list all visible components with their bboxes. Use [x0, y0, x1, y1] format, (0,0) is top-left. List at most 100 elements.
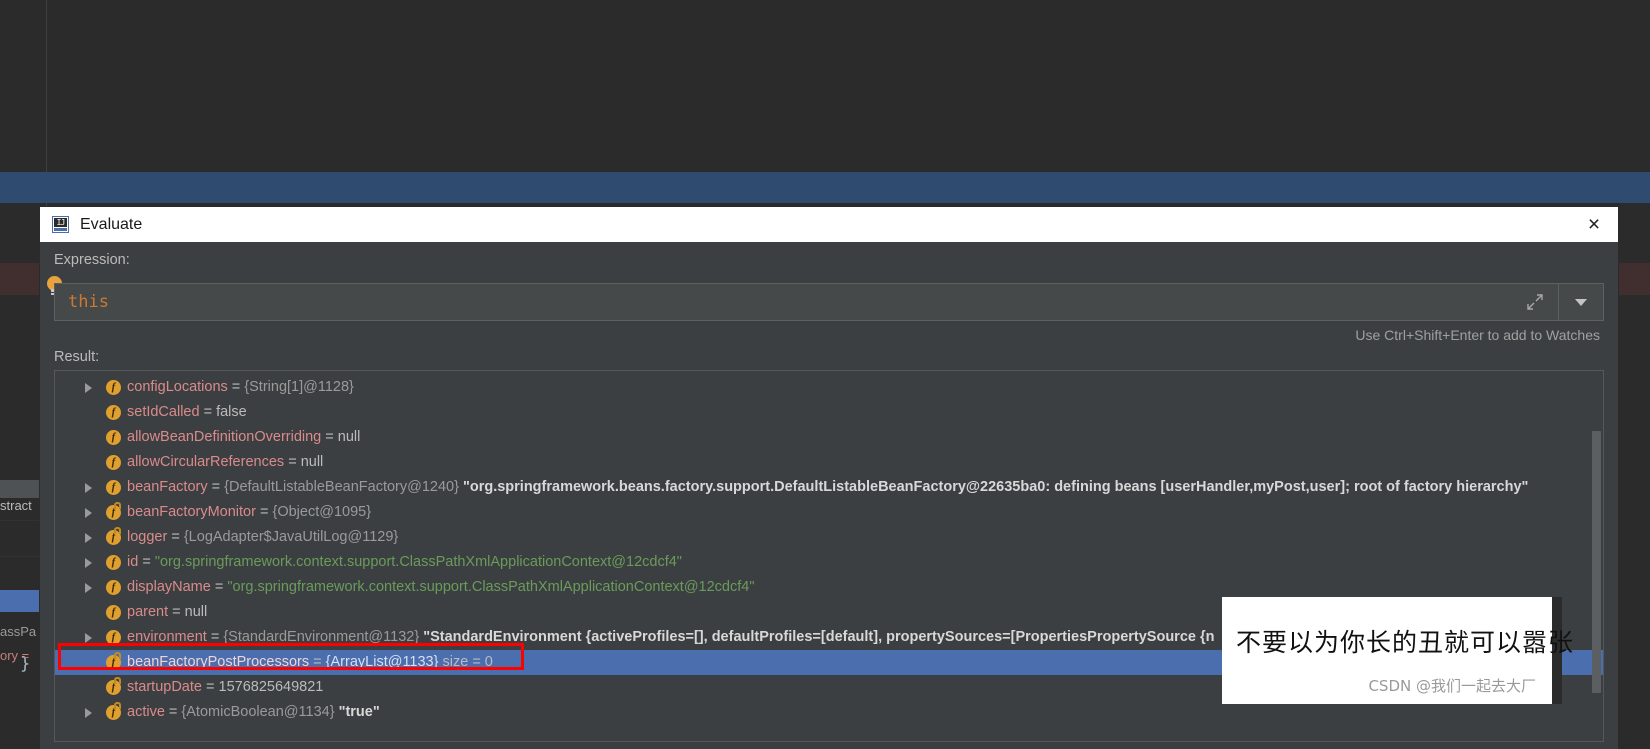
field-icon: f: [106, 677, 121, 695]
equals-sign: =: [142, 554, 151, 570]
tree-row[interactable]: f id = "org.springframework.context.suppo…: [55, 550, 1603, 575]
dialog-titlebar[interactable]: IJ Evaluate ×: [40, 207, 1618, 242]
field-value: "true": [338, 704, 380, 720]
field-icon: f: [106, 605, 121, 620]
expression-label: Expression:: [54, 252, 130, 268]
field-icon: f: [106, 652, 121, 670]
tree-row-text: configLocations = {String[1]@1128}: [55, 375, 354, 400]
debug-var-classpath: assPa: [0, 624, 37, 639]
equals-sign: =: [231, 379, 241, 395]
equals-sign: =: [210, 629, 220, 645]
tree-row-text: allowBeanDefinitionOverriding = null: [55, 425, 360, 450]
tree-row-text: beanFactory = {DefaultListableBeanFactor…: [55, 475, 1528, 500]
field-icon: f: [106, 502, 121, 520]
chevron-down-icon[interactable]: [1558, 284, 1603, 320]
code-line-2[interactable]: PostProcessorRegistrationDelegate.invoke…: [0, 171, 1650, 203]
object-ref: {DefaultListableBeanFactory@1240}: [224, 479, 459, 495]
field-value: "org.springframework.context.support.Cla…: [154, 554, 682, 570]
field-name: configLocations: [127, 379, 228, 395]
chevron-right-icon[interactable]: [85, 383, 92, 393]
close-icon[interactable]: ×: [1580, 211, 1608, 239]
field-icon: f: [106, 455, 121, 470]
chevron-right-icon[interactable]: [85, 483, 92, 493]
debug-sep-2: [0, 556, 40, 557]
expression-field-wrapper[interactable]: this: [54, 283, 1604, 321]
object-ref: {AtomicBoolean@1134}: [181, 704, 335, 720]
field-value: "StandardEnvironment {activeProfiles=[],…: [423, 629, 1215, 645]
field-value: null: [300, 454, 324, 470]
watches-hint: Use Ctrl+Shift+Enter to add to Watches: [1355, 327, 1600, 343]
field-icon: f: [106, 430, 121, 445]
field-name: startupDate: [127, 679, 202, 695]
result-label: Result:: [54, 349, 100, 365]
field-name: active: [127, 704, 165, 720]
chevron-right-icon[interactable]: [85, 533, 92, 543]
chevron-right-icon[interactable]: [85, 708, 92, 718]
field-value: size = 0: [442, 654, 493, 670]
field-name: beanFactoryMonitor: [127, 504, 256, 520]
field-icon: f: [106, 480, 121, 495]
tree-row-text: active = {AtomicBoolean@1134} "true": [55, 700, 380, 725]
field-icon: f: [106, 580, 121, 595]
tree-row-text: setIdCalled = false: [55, 400, 247, 425]
equals-sign: =: [206, 679, 215, 695]
chevron-right-icon[interactable]: [85, 508, 92, 518]
equals-sign: =: [203, 404, 213, 420]
equals-sign: =: [325, 429, 334, 445]
field-value: 1576825649821: [218, 679, 324, 695]
tree-row[interactable]: f configLocations = {String[1]@1128}: [55, 375, 1603, 400]
field-name: parent: [127, 604, 169, 620]
result-scrollbar[interactable]: [1592, 431, 1601, 693]
tree-row-text: id = "org.springframework.context.suppor…: [55, 550, 682, 575]
tree-row-text: beanFactoryMonitor = {Object@1095}: [55, 500, 371, 525]
field-value: null: [337, 429, 361, 445]
field-name: logger: [127, 529, 168, 545]
object-ref: {ArrayList@1133}: [325, 654, 439, 670]
equals-sign: =: [313, 654, 322, 670]
debug-sep-1: [0, 520, 40, 521]
object-ref: {LogAdapter$JavaUtilLog@1129}: [183, 529, 399, 545]
chevron-right-icon[interactable]: [85, 633, 92, 643]
chevron-right-icon[interactable]: [85, 583, 92, 593]
field-value: false: [216, 404, 247, 420]
code-line-1[interactable]: protected void invokeBeanFactoryPostProc…: [0, 80, 1650, 112]
field-name: beanFactory: [127, 479, 208, 495]
chevron-right-icon[interactable]: [85, 558, 92, 568]
field-name: allowBeanDefinitionOverriding: [127, 429, 322, 445]
intellij-idea-icon: IJ: [52, 216, 69, 233]
field-name: setIdCalled: [127, 404, 200, 420]
screen: protected void invokeBeanFactoryPostProc…: [0, 0, 1650, 749]
expand-arrows-icon[interactable]: [1512, 284, 1558, 320]
field-icon: f: [106, 380, 121, 395]
tree-row[interactable]: f logger = {LogAdapter$JavaUtilLog@1129}: [55, 525, 1603, 550]
equals-sign: =: [211, 479, 221, 495]
field-icon: f: [106, 527, 121, 545]
object-ref: {StandardEnvironment@1132}: [223, 629, 420, 645]
tree-row[interactable]: f allowCircularReferences = null: [55, 450, 1603, 475]
tree-row[interactable]: f beanFactoryMonitor = {Object@1095}: [55, 500, 1603, 525]
equals-sign: =: [172, 604, 181, 620]
debug-frame-abstract: stract: [0, 498, 32, 513]
expression-input[interactable]: this: [55, 284, 1512, 320]
debug-panel-tab-strip: [0, 480, 40, 498]
tree-row[interactable]: f allowBeanDefinitionOverriding = null: [55, 425, 1603, 450]
field-icon: f: [106, 555, 121, 570]
equals-sign: =: [259, 504, 269, 520]
field-name: environment: [127, 629, 207, 645]
tree-row-text: startupDate = 1576825649821: [55, 675, 323, 700]
field-icon: f: [106, 630, 121, 645]
field-value: "org.springframework.beans.factory.suppo…: [462, 479, 1529, 495]
tree-row-text: environment = {StandardEnvironment@1132}…: [55, 625, 1215, 650]
field-name: beanFactoryPostProcessors: [127, 654, 310, 670]
object-ref: {Object@1095}: [272, 504, 372, 520]
watermark-credit: CSDN @我们一起去大厂: [1368, 677, 1536, 695]
field-icon: f: [106, 702, 121, 720]
equals-sign: =: [288, 454, 297, 470]
tree-row[interactable]: f setIdCalled = false: [55, 400, 1603, 425]
field-icon: f: [106, 405, 121, 420]
watermark-box: 不要以为你长的丑就可以嚣张 CSDN @我们一起去大厂: [1222, 597, 1573, 704]
debug-var-factory: ory =: [0, 648, 30, 663]
tree-row-text: parent = null: [55, 600, 207, 625]
tree-row-text: displayName = "org.springframework.conte…: [55, 575, 754, 600]
tree-row[interactable]: f beanFactory = {DefaultListableBeanFacto…: [55, 475, 1603, 500]
